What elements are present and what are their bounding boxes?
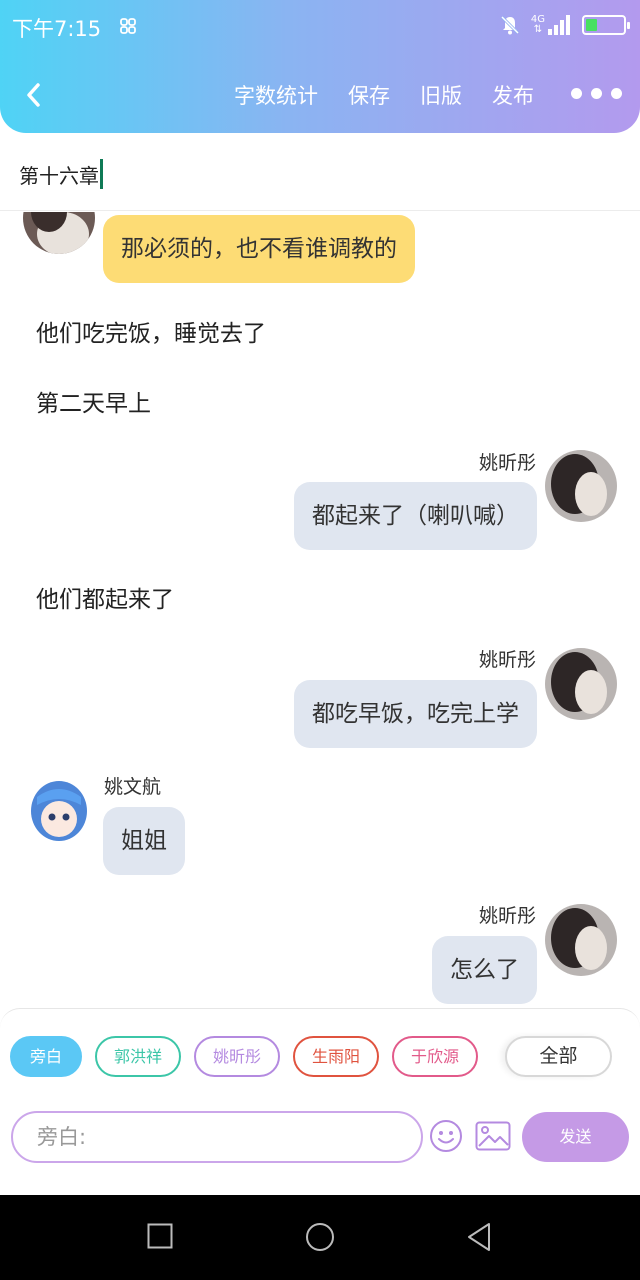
avatar[interactable] bbox=[23, 775, 95, 847]
avatar[interactable] bbox=[23, 212, 95, 254]
network-type: 4G bbox=[530, 14, 545, 25]
status-time: 下午7:15 bbox=[12, 17, 102, 41]
text-cursor bbox=[100, 159, 103, 189]
chat-area[interactable]: 那必须的，也不看谁调教的 他们吃完饭，睡觉去了 第二天早上 姚昕彤 都起来了（喇… bbox=[0, 212, 640, 1008]
narration-text[interactable]: 他们吃完饭，睡觉去了 bbox=[36, 314, 266, 348]
message-input[interactable]: 旁白: bbox=[11, 1111, 423, 1163]
more-horizontal-icon[interactable] bbox=[571, 88, 622, 99]
speaker-name: 姚文航 bbox=[104, 776, 162, 798]
publish-button[interactable]: 发布 bbox=[492, 80, 534, 110]
role-chip[interactable]: 旁白 bbox=[10, 1036, 82, 1077]
back-triangle-icon[interactable] bbox=[466, 1222, 492, 1252]
network-indicator: 4G ⇅ bbox=[531, 15, 572, 35]
speaker-name: 姚昕彤 bbox=[478, 905, 536, 927]
chapter-title-text: 第十六章 bbox=[19, 164, 99, 188]
home-icon[interactable] bbox=[305, 1222, 335, 1252]
role-selector: 旁白 郭洪祥 姚昕彤 生雨阳 于欣源 bbox=[10, 1036, 494, 1078]
word-count-button[interactable]: 字数统计 bbox=[234, 80, 318, 110]
message-bubble[interactable]: 都吃早饭，吃完上学 bbox=[294, 680, 537, 748]
message-bubble[interactable]: 都起来了（喇叭喊） bbox=[294, 482, 537, 550]
speaker-name: 姚昕彤 bbox=[478, 649, 536, 671]
message-bubble[interactable]: 姐姐 bbox=[103, 807, 185, 875]
message-bubble[interactable]: 怎么了 bbox=[432, 936, 537, 1004]
message-composer: 旁白 郭洪祥 姚昕彤 生雨阳 于欣源 全部 旁白: 发送 bbox=[0, 1008, 640, 1163]
signal-icon bbox=[548, 15, 570, 35]
send-button[interactable]: 发送 bbox=[522, 1112, 629, 1162]
role-chip[interactable]: 姚昕彤 bbox=[194, 1036, 280, 1077]
header-actions: 字数统计 保存 旧版 发布 bbox=[234, 80, 534, 110]
speaker-name: 姚昕彤 bbox=[478, 452, 536, 474]
chevron-left-icon[interactable] bbox=[20, 78, 50, 112]
emoji-icon[interactable] bbox=[429, 1119, 463, 1153]
role-chip[interactable]: 生雨阳 bbox=[293, 1036, 379, 1077]
mute-bell-icon bbox=[500, 15, 519, 35]
all-roles-button[interactable]: 全部 bbox=[505, 1036, 612, 1077]
role-chip[interactable]: 郭洪祥 bbox=[95, 1036, 181, 1077]
message-bubble[interactable]: 那必须的，也不看谁调教的 bbox=[103, 215, 415, 283]
avatar[interactable] bbox=[545, 904, 617, 976]
chapter-title-input[interactable]: 第十六章 bbox=[19, 159, 103, 189]
status-icons: 4G ⇅ bbox=[499, 14, 630, 36]
save-button[interactable]: 保存 bbox=[348, 80, 390, 110]
battery-icon bbox=[582, 15, 630, 35]
system-nav-bar bbox=[0, 1195, 640, 1280]
image-icon[interactable] bbox=[475, 1121, 511, 1151]
app-status-icon bbox=[120, 18, 136, 34]
avatar[interactable] bbox=[545, 450, 617, 522]
recent-apps-icon[interactable] bbox=[147, 1223, 173, 1249]
role-chip[interactable]: 于欣源 bbox=[392, 1036, 478, 1077]
old-version-button[interactable]: 旧版 bbox=[420, 80, 462, 110]
chapter-title-bar: 第十六章 bbox=[0, 133, 640, 211]
narration-text[interactable]: 第二天早上 bbox=[36, 384, 151, 418]
narration-text[interactable]: 他们都起来了 bbox=[36, 580, 174, 614]
avatar[interactable] bbox=[545, 648, 617, 720]
app-header: 下午7:15 4G ⇅ 字数统计 保存 旧版 发布 bbox=[0, 0, 640, 133]
